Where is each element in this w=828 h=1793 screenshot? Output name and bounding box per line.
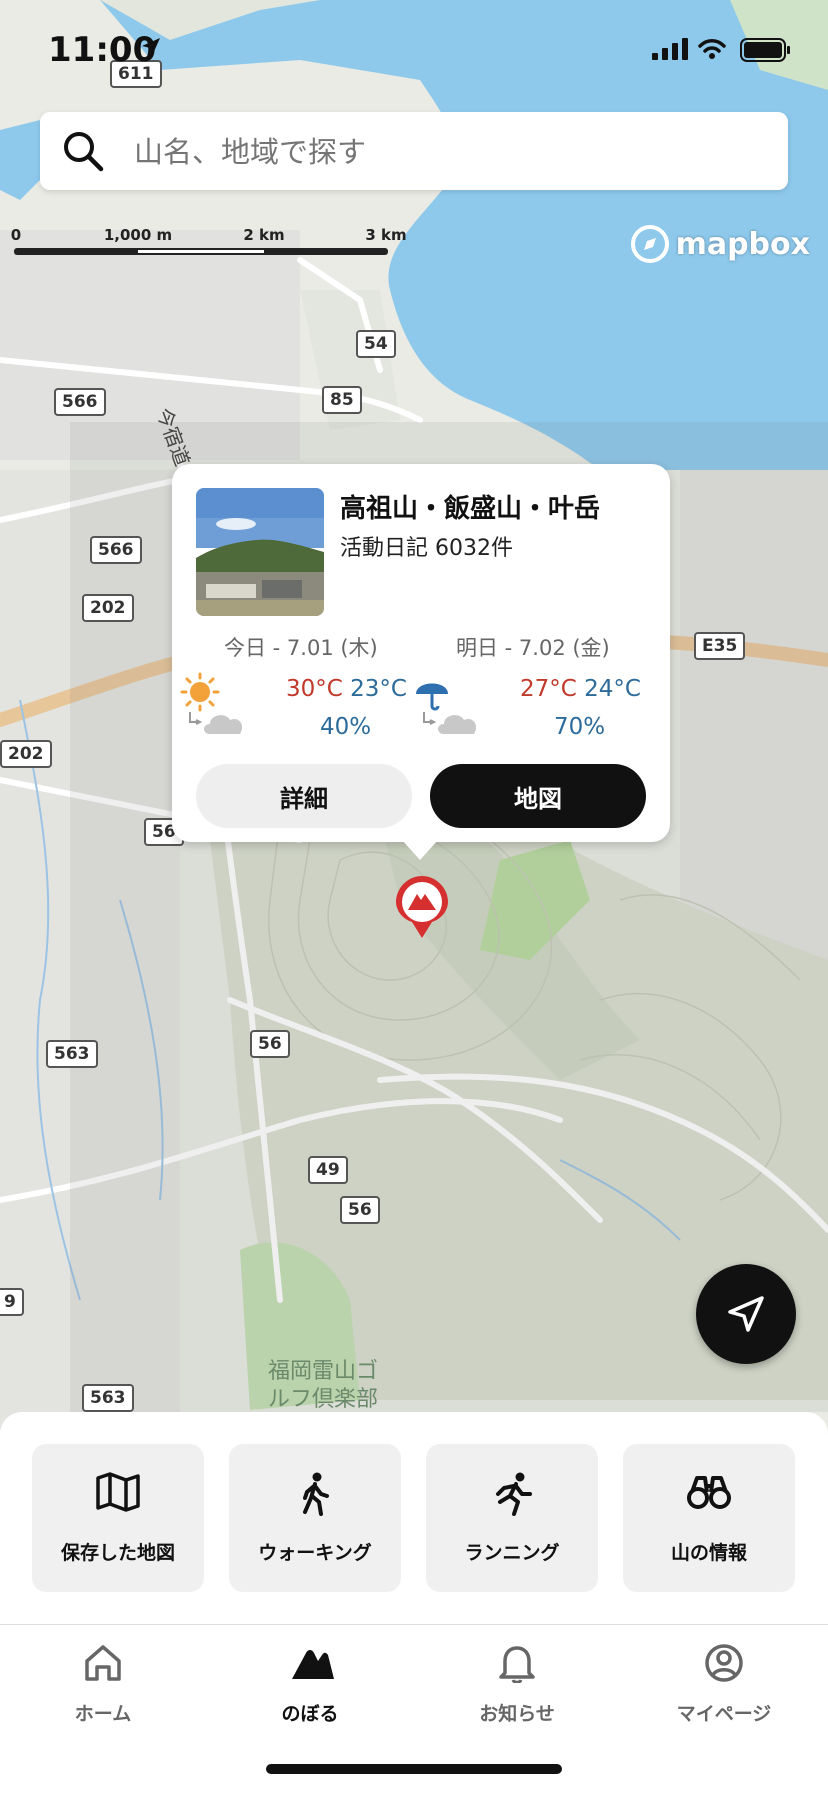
route-shield: 202 [82, 594, 134, 622]
mountain-pin-icon[interactable] [396, 876, 448, 940]
walking-icon [303, 1472, 329, 1516]
scale-label: 0 [10, 226, 22, 244]
saved-maps-button[interactable]: 保存した地図 [32, 1444, 204, 1592]
tab-home-label: ホーム [74, 1703, 132, 1725]
tab-mypage-label: マイページ [676, 1703, 772, 1725]
route-shield: 202 [0, 740, 52, 768]
scale-label: 3 km [365, 226, 407, 244]
tomorrow-low: 24°C [584, 676, 641, 702]
tab-climb[interactable]: のぼる [240, 1643, 380, 1733]
today-label: 今日 - 7.01 (木) [224, 636, 378, 660]
mapbox-logo-icon [630, 225, 669, 263]
tomorrow-label: 明日 - 7.02 (金) [456, 636, 610, 660]
route-shield: 563 [46, 1040, 98, 1068]
tab-notifications-label: お知らせ [479, 1703, 555, 1725]
running-button[interactable]: ランニング [426, 1444, 598, 1592]
route-shield: 54 [356, 330, 396, 358]
route-shield: 56 [250, 1030, 290, 1058]
map-icon [96, 1472, 140, 1512]
mountain-info-label: 山の情報 [670, 1542, 747, 1564]
navigation-arrow-icon [728, 1296, 764, 1332]
golf-course-label: 福岡雷山ゴルフ倶楽部 [268, 1359, 379, 1412]
status-bar: 11:00 [0, 0, 828, 100]
mapbox-text: mapbox [675, 226, 810, 262]
search-icon [64, 132, 104, 172]
walking-label: ウォーキング [258, 1542, 372, 1564]
running-label: ランニング [464, 1542, 560, 1564]
route-shield: 566 [54, 388, 106, 416]
today-low: 23°C [350, 676, 407, 702]
saved-maps-label: 保存した地図 [60, 1542, 175, 1564]
today-precip: 40% [320, 714, 372, 740]
route-shield: E35 [694, 632, 746, 660]
tab-climb-label: のぼる [281, 1703, 339, 1725]
mapbox-attribution[interactable]: mapbox [630, 224, 810, 264]
route-shield: 563 [82, 1384, 134, 1412]
sun-to-cloud-icon [180, 672, 243, 734]
popup-pointer [402, 840, 438, 860]
wifi-icon [698, 39, 726, 59]
umbrella-to-cloud-icon [416, 683, 477, 734]
detail-button[interactable]: 詳細 [196, 764, 412, 828]
battery-icon [740, 38, 790, 62]
mountain-thumbnail[interactable] [196, 488, 324, 616]
mountain-photo [196, 488, 324, 616]
mountain-popup[interactable]: 高祖山・飯盛山・叶岳 活動日記 6032件 今日 - 7.01 (木) 明日 -… [172, 464, 670, 860]
tab-home[interactable]: ホーム [33, 1643, 173, 1733]
route-shield: 49 [308, 1156, 348, 1184]
mountain-icon [292, 1650, 334, 1679]
tab-mypage[interactable]: マイページ [654, 1643, 794, 1733]
current-location-button[interactable] [696, 1264, 796, 1364]
tomorrow-precip: 70% [554, 714, 606, 740]
binoculars-icon [687, 1476, 731, 1509]
profile-icon [705, 1644, 743, 1682]
search-input[interactable] [132, 112, 756, 192]
scale-line [14, 248, 388, 255]
route-shield: 85 [322, 386, 362, 414]
mountain-info-button[interactable]: 山の情報 [623, 1444, 795, 1592]
walking-button[interactable]: ウォーキング [229, 1444, 401, 1592]
scale-label: 2 km [243, 226, 285, 244]
scale-label: 1,000 m [103, 226, 173, 244]
route-shield: 9 [0, 1288, 24, 1316]
home-icon [85, 1645, 121, 1681]
running-icon [496, 1472, 532, 1516]
location-arrow-icon [142, 38, 160, 56]
tab-notifications[interactable]: お知らせ [447, 1643, 587, 1733]
tomorrow-temperatures: 27°C 24°C [520, 676, 641, 702]
today-temperatures: 30°C 23°C [286, 676, 407, 702]
bell-icon [499, 1646, 535, 1683]
tomorrow-high: 27°C [520, 676, 577, 702]
activity-count: 活動日記 6032件 [340, 536, 513, 561]
home-indicator [266, 1764, 562, 1774]
route-shield: 56 [340, 1196, 380, 1224]
search-bar[interactable] [40, 112, 788, 192]
route-shield: 566 [90, 536, 142, 564]
today-high: 30°C [286, 676, 343, 702]
signal-icon [652, 38, 688, 60]
mountain-title: 高祖山・飯盛山・叶岳 [340, 494, 601, 524]
map-button[interactable]: 地図 [430, 764, 646, 828]
